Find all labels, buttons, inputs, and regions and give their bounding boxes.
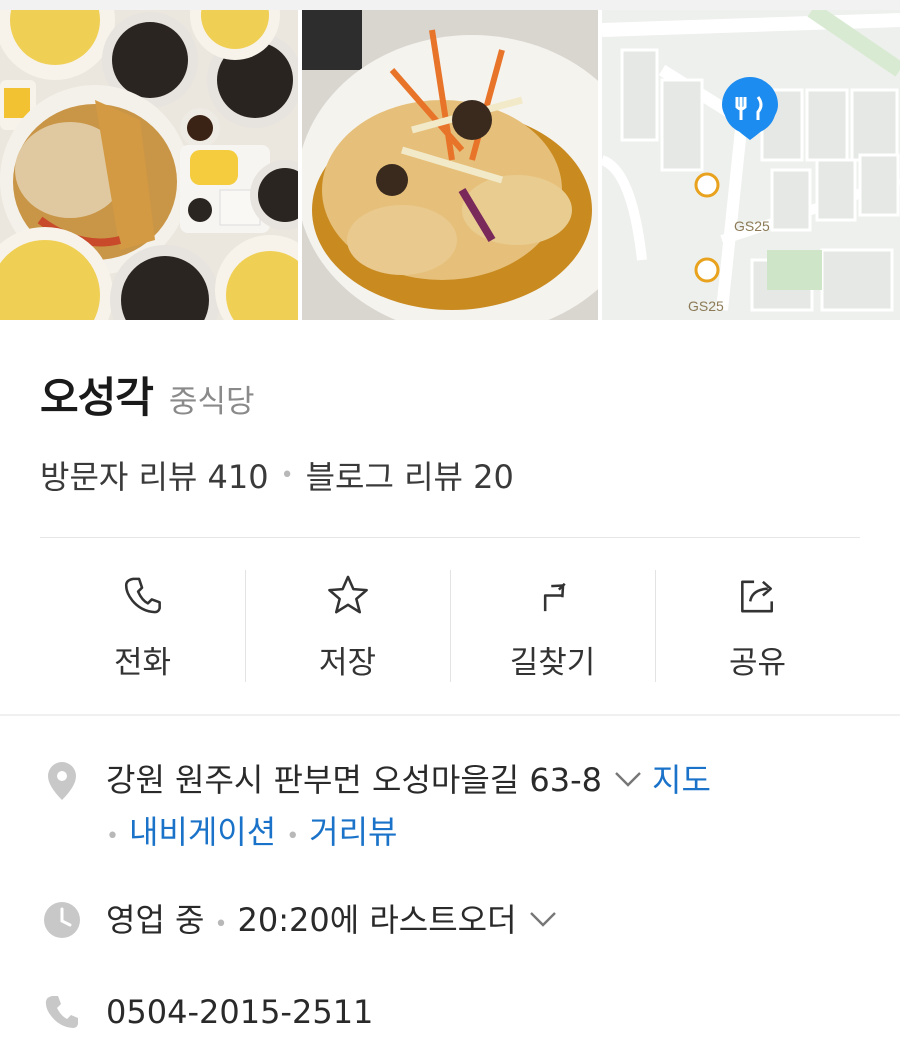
food-photo-2[interactable] [302, 10, 598, 320]
share-icon [740, 580, 773, 613]
separator-dot: • [214, 912, 228, 937]
visitor-review-link[interactable]: 방문자 리뷰 410 [40, 452, 269, 498]
blog-review-link[interactable]: 블로그 리뷰 20 [306, 452, 514, 498]
address-text[interactable]: 강원 원주시 판부면 오성마을길 63-8 [106, 761, 602, 799]
phone-icon [124, 577, 161, 614]
phone-icon [45, 996, 78, 1028]
photo-gallery[interactable]: GS25 GS25 [0, 10, 900, 320]
chevron-down-icon[interactable] [614, 770, 642, 788]
top-strip [0, 0, 900, 10]
map-poi-label: GS25 [688, 298, 724, 314]
call-label: 전화 [113, 645, 172, 681]
divider [0, 714, 900, 716]
food-photo-1[interactable] [0, 10, 298, 320]
directions-label: 길찾기 [509, 645, 596, 681]
food-photo-2-image [302, 10, 598, 320]
navigation-link[interactable]: 내비게이션 [129, 813, 276, 851]
address-row: 강원 원주시 판부면 오성마을길 63-8 지도 • 내비게이션 • 거리뷰 [40, 754, 826, 863]
save-label: 저장 [318, 645, 377, 681]
open-status: 영업 중 [106, 901, 205, 939]
place-category: 중식당 [168, 384, 255, 420]
separator-dot: • [106, 824, 119, 849]
last-order-text[interactable]: 20:20에 라스트오더 [237, 901, 516, 939]
location-pin-icon [48, 762, 76, 800]
directions-icon [543, 582, 566, 612]
location-map-thumbnail[interactable]: GS25 GS25 [602, 10, 900, 320]
directions-button[interactable]: 길찾기 [450, 570, 655, 682]
map-image [602, 10, 900, 320]
star-icon [327, 575, 368, 614]
share-label: 공유 [728, 645, 787, 681]
street-view-link[interactable]: 거리뷰 [309, 813, 397, 851]
divider [40, 537, 860, 538]
separator-dot: • [280, 462, 294, 488]
save-button[interactable]: 저장 [245, 570, 450, 682]
separator-dot: • [286, 824, 300, 849]
phone-number[interactable]: 0504-2015-2511 [106, 993, 373, 1031]
map-link[interactable]: 지도 [652, 761, 711, 799]
share-button[interactable]: 공유 [655, 570, 860, 682]
chevron-down-icon[interactable] [529, 910, 557, 928]
map-poi-label: GS25 [734, 218, 770, 234]
review-counts: 방문자 리뷰 410 • 블로그 리뷰 20 [40, 452, 514, 498]
food-photo-1-image [0, 10, 298, 320]
action-bar: 전화 저장 길찾기 공유 [40, 570, 860, 682]
call-button[interactable]: 전화 [40, 570, 245, 682]
clock-icon [44, 902, 80, 938]
place-header: 오성각 중식당 [40, 364, 254, 425]
phone-row: 0504-2015-2511 [40, 986, 373, 1038]
place-name: 오성각 [40, 373, 154, 422]
hours-row: 영업 중 • 20:20에 라스트오더 [40, 894, 567, 951]
